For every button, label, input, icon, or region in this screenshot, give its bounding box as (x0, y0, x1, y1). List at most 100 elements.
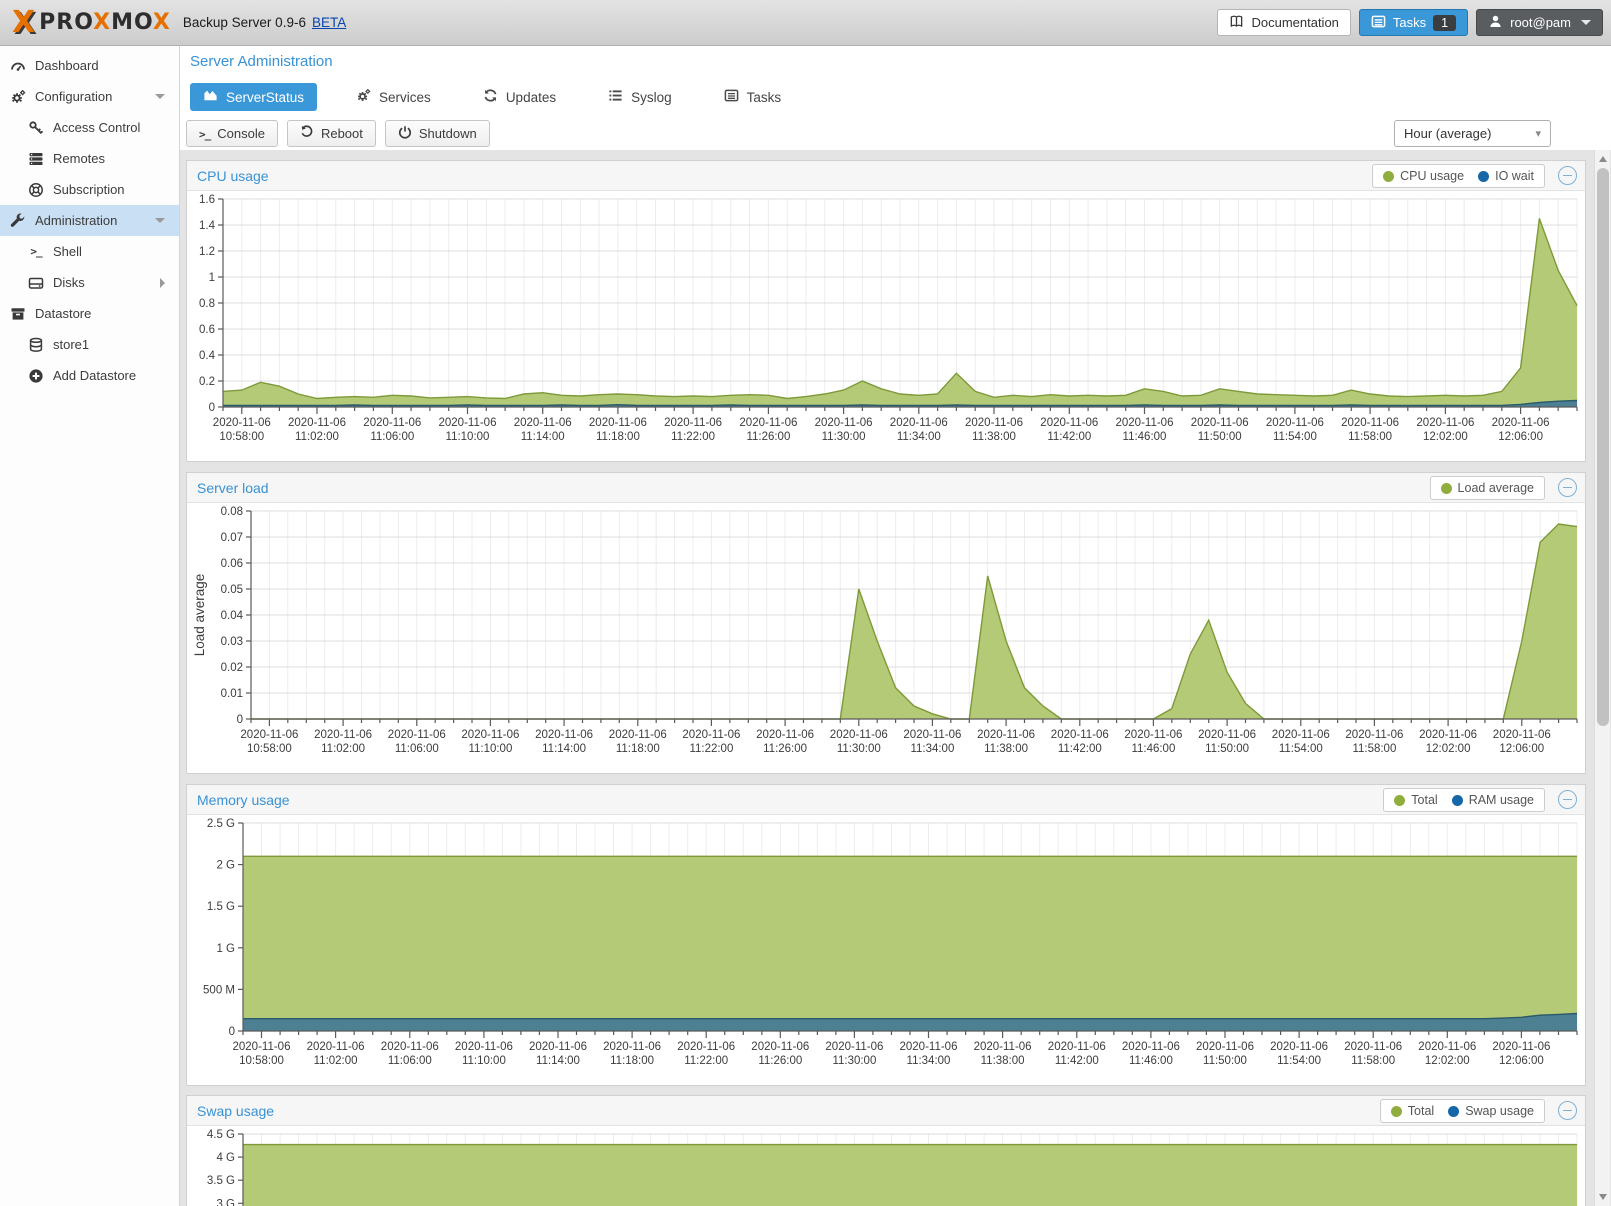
sidebar-item-configuration[interactable]: Configuration (0, 81, 179, 112)
hdd-icon (28, 275, 44, 291)
collapse-panel-icon[interactable] (1558, 1101, 1577, 1120)
svg-text:2020-11-06: 2020-11-06 (682, 729, 740, 741)
svg-text:2020-11-06: 2020-11-06 (535, 729, 593, 741)
sidebar-item-label: Remotes (53, 151, 105, 166)
refresh-icon (483, 88, 498, 106)
svg-text:10:58:00: 10:58:00 (239, 1055, 284, 1067)
tab-serverstatus[interactable]: ServerStatus (190, 83, 317, 111)
collapse-panel-icon[interactable] (1558, 166, 1577, 185)
panel-title: Memory usage (197, 792, 290, 808)
chart-legend: Total RAM usage (1383, 788, 1545, 812)
tab-label: Updates (506, 90, 556, 105)
scroll-up-arrow-icon[interactable] (1595, 151, 1611, 167)
legend-item[interactable]: Load average (1441, 481, 1534, 495)
svg-text:11:46:00: 11:46:00 (1129, 1055, 1173, 1067)
svg-text:0.8: 0.8 (199, 298, 215, 310)
sidebar-item-subscription[interactable]: Subscription (0, 174, 179, 205)
svg-text:11:46:00: 11:46:00 (1123, 431, 1167, 443)
gears-icon (10, 89, 26, 105)
server-load-chart[interactable]: 00.010.020.030.040.050.060.070.082020-11… (187, 503, 1585, 773)
sidebar-item-label: Dashboard (35, 58, 99, 73)
svg-text:500 M: 500 M (203, 984, 235, 996)
svg-text:2020-11-06: 2020-11-06 (739, 417, 797, 429)
tab-syslog[interactable]: Syslog (595, 83, 685, 111)
legend-dot-icon (1383, 171, 1394, 182)
svg-text:2020-11-06: 2020-11-06 (900, 1041, 958, 1053)
cpu-usage-chart[interactable]: 00.20.40.60.811.21.41.62020-11-0610:58:0… (187, 191, 1585, 461)
plus-circle-icon (28, 368, 44, 384)
tasks-button[interactable]: Tasks 1 (1359, 9, 1468, 36)
tab-label: Syslog (631, 90, 672, 105)
legend-dot-icon (1441, 483, 1452, 494)
chevron-down-icon[interactable] (155, 218, 165, 223)
legend-item[interactable]: CPU usage (1383, 169, 1464, 183)
vertical-scrollbar[interactable] (1594, 150, 1610, 1206)
svg-text:11:34:00: 11:34:00 (910, 743, 954, 755)
svg-text:2020-11-06: 2020-11-06 (1345, 729, 1403, 741)
tab-tasks[interactable]: Tasks (711, 83, 795, 111)
panel-title: Server load (197, 480, 269, 496)
svg-text:0.01: 0.01 (221, 688, 243, 700)
sidebar-item-remotes[interactable]: Remotes (0, 143, 179, 174)
scroll-down-arrow-icon[interactable] (1595, 1189, 1611, 1205)
documentation-button[interactable]: Documentation (1217, 9, 1350, 36)
proxmox-x-icon: X (12, 5, 35, 40)
legend-item[interactable]: Total (1394, 793, 1437, 807)
chevron-down-icon[interactable] (155, 94, 165, 99)
reboot-button[interactable]: Reboot (287, 120, 376, 147)
sidebar-item-datastore[interactable]: Datastore (0, 298, 179, 329)
svg-text:4.5 G: 4.5 G (207, 1129, 235, 1141)
sidebar-item-administration[interactable]: Administration (0, 205, 179, 236)
legend-label: Swap usage (1465, 1104, 1534, 1118)
svg-text:2020-11-06: 2020-11-06 (603, 1041, 661, 1053)
legend-item[interactable]: IO wait (1478, 169, 1534, 183)
memory-usage-chart[interactable]: 0500 M1 G1.5 G2 G2.5 G2020-11-0610:58:00… (187, 815, 1585, 1085)
console-button[interactable]: >_ Console (186, 120, 278, 147)
svg-text:12:06:00: 12:06:00 (1499, 1055, 1544, 1067)
svg-text:2020-11-06: 2020-11-06 (1492, 1041, 1550, 1053)
svg-text:0.07: 0.07 (221, 532, 243, 544)
legend-dot-icon (1391, 1106, 1402, 1117)
sidebar-item-label: Disks (53, 275, 85, 290)
svg-text:11:46:00: 11:46:00 (1131, 743, 1175, 755)
svg-text:2020-11-06: 2020-11-06 (1270, 1041, 1328, 1053)
legend-item[interactable]: Swap usage (1448, 1104, 1534, 1118)
svg-text:2020-11-06: 2020-11-06 (974, 1041, 1032, 1053)
time-range-select[interactable]: Hour (average) ▾ (1394, 120, 1551, 147)
beta-link[interactable]: BETA (312, 15, 346, 30)
chevron-right-icon[interactable] (160, 278, 165, 288)
sidebar-item-dashboard[interactable]: Dashboard (0, 50, 179, 81)
svg-text:2020-11-06: 2020-11-06 (1272, 729, 1330, 741)
svg-text:2020-11-06: 2020-11-06 (1416, 417, 1474, 429)
svg-text:11:54:00: 11:54:00 (1273, 431, 1317, 443)
legend-item[interactable]: Total (1391, 1104, 1434, 1118)
database-icon (28, 337, 44, 353)
sidebar-item-shell[interactable]: >_ Shell (0, 236, 179, 267)
svg-text:2020-11-06: 2020-11-06 (455, 1041, 513, 1053)
sidebar-item-access-control[interactable]: Access Control (0, 112, 179, 143)
chevron-down-icon: ▾ (1535, 127, 1541, 140)
server-list-icon (28, 151, 44, 167)
swap-usage-chart[interactable]: 0500 M1 G1.5 G2 G2.5 G3 G3.5 G4 G4.5 G20… (187, 1126, 1585, 1206)
legend-item[interactable]: RAM usage (1452, 793, 1534, 807)
collapse-panel-icon[interactable] (1558, 478, 1577, 497)
svg-text:2020-11-06: 2020-11-06 (461, 729, 519, 741)
sidebar-item-add-datastore[interactable]: Add Datastore (0, 360, 179, 391)
svg-text:1.2: 1.2 (199, 246, 215, 258)
sidebar-item-disks[interactable]: Disks (0, 267, 179, 298)
book-icon (1229, 14, 1244, 32)
shutdown-button[interactable]: Shutdown (385, 120, 490, 147)
user-menu-button[interactable]: root@pam (1476, 9, 1603, 36)
panel-header: Swap usage TotalSwap usage (187, 1096, 1585, 1126)
svg-text:1.6: 1.6 (199, 194, 215, 206)
panel-header: CPU usage CPU usageIO wait (187, 161, 1585, 191)
sidebar-item-store1[interactable]: store1 (0, 329, 179, 360)
svg-text:2020-11-06: 2020-11-06 (1418, 1041, 1476, 1053)
collapse-panel-icon[interactable] (1558, 790, 1577, 809)
scrollbar-thumb[interactable] (1597, 168, 1609, 726)
svg-text:11:42:00: 11:42:00 (1055, 1055, 1099, 1067)
tab-services[interactable]: Services (343, 83, 444, 111)
svg-text:2020-11-06: 2020-11-06 (664, 417, 722, 429)
tab-updates[interactable]: Updates (470, 83, 569, 111)
svg-text:2020-11-06: 2020-11-06 (1040, 417, 1098, 429)
